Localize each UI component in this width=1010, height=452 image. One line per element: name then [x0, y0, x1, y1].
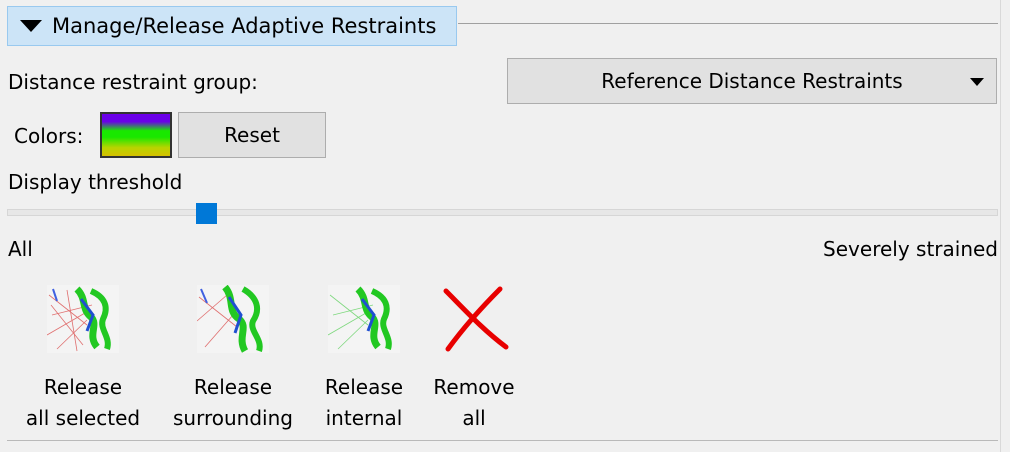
collapse-triangle-icon: [20, 20, 42, 32]
bottom-divider: [7, 440, 998, 441]
header-divider: [458, 23, 998, 24]
tool-label-line2: surrounding: [173, 406, 293, 430]
threshold-slider-track[interactable]: [7, 209, 998, 216]
threshold-slider-handle[interactable]: [196, 203, 218, 224]
tool-label-line1: Release: [193, 375, 273, 399]
panel-border: [1000, 0, 1001, 452]
group-label: Distance restraint group:: [8, 70, 258, 94]
threshold-min-label: All: [8, 237, 33, 261]
release-internal-icon: [327, 285, 400, 353]
tool-label-line1: Release: [43, 375, 123, 399]
section-toggle-button[interactable]: Manage/Release Adaptive Restraints: [7, 6, 457, 46]
remove-all-icon: [443, 286, 509, 352]
threshold-max-label: Severely strained: [823, 237, 998, 261]
reset-label: Reset: [224, 123, 280, 147]
restraint-group-dropdown[interactable]: Reference Distance Restraints: [507, 58, 997, 104]
restraint-group-selected: Reference Distance Restraints: [601, 69, 903, 93]
remove-all-button[interactable]: Remove all: [404, 285, 544, 434]
release-surrounding-icon: [196, 284, 269, 353]
color-gradient-swatch[interactable]: [100, 112, 172, 158]
tool-label-line2: all selected: [25, 406, 141, 430]
reset-button[interactable]: Reset: [178, 112, 326, 158]
release-surrounding-button[interactable]: Release surrounding: [163, 284, 303, 434]
threshold-label: Display threshold: [8, 170, 183, 194]
tool-label-line2: all: [462, 406, 486, 430]
release-all-selected-icon: [46, 285, 119, 353]
chevron-down-icon: [970, 78, 984, 86]
tool-label-line1: Remove: [433, 375, 515, 399]
section-title: Manage/Release Adaptive Restraints: [52, 14, 437, 38]
release-all-selected-button[interactable]: Release all selected: [13, 285, 153, 434]
colors-label: Colors:: [14, 124, 84, 148]
